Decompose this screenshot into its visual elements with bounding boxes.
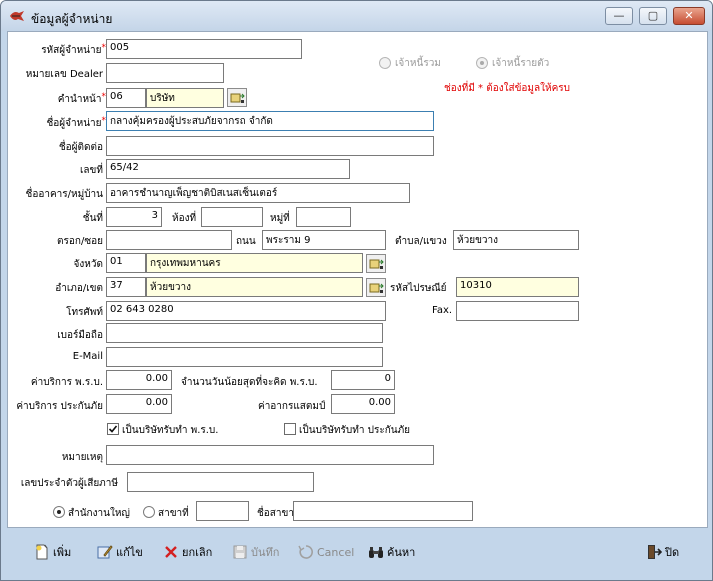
min-days-prb-label: จำนวนวันน้อยสุดที่จะคิด พ.ร.บ. — [181, 377, 318, 388]
insurance-company-checkbox[interactable] — [284, 423, 296, 435]
house-no-input[interactable]: 65/42 — [106, 159, 350, 179]
prefix-lookup-button[interactable] — [227, 88, 247, 107]
delete-x-icon — [165, 546, 177, 558]
title-bar: ข้อมูลผู้จำหน่าย — ▢ ✕ — [1, 1, 712, 31]
district-name-field: ห้วยขวาง — [146, 277, 363, 297]
close-window-button[interactable]: ✕ — [673, 7, 705, 25]
building-input[interactable]: อาคารชำนาญเพ็ญชาติบิสเนสเซ็นเตอร์ — [106, 183, 410, 203]
moo-label: หมู่ที่ — [270, 213, 290, 224]
creditor-individual-radio[interactable] — [476, 57, 488, 69]
min-days-prb-input[interactable]: 0 — [331, 370, 395, 390]
head-office-radio[interactable] — [53, 506, 65, 518]
prefix-code-input[interactable]: 06 — [106, 88, 146, 108]
stamp-duty-label: ค่าอากรแสตมป์ — [258, 401, 326, 412]
road-input[interactable]: พระราม 9 — [262, 230, 386, 250]
district-label: อำเภอ/เขต — [55, 283, 103, 294]
head-office-label: สำนักงานใหญ่ — [68, 508, 130, 519]
floor-input[interactable]: 3 — [106, 207, 162, 227]
prefix-label: คำนำหน้า* — [57, 92, 106, 105]
province-label: จังหวัด — [73, 259, 103, 270]
prb-company-label: เป็นบริษัทรับทำ พ.ร.บ. — [122, 425, 219, 436]
contact-name-label: ชื่อผู้ติดต่อ — [58, 142, 103, 153]
fee-insurance-input[interactable]: 0.00 — [106, 394, 172, 414]
exit-door-icon — [648, 545, 662, 559]
subdistrict-label: ตำบล/แขวง — [395, 236, 447, 247]
lookup-icon — [230, 93, 245, 103]
contact-name-input[interactable] — [106, 136, 434, 156]
branch-no-input[interactable] — [196, 501, 249, 521]
add-button[interactable]: เพิ่ม — [34, 542, 71, 562]
email-input[interactable] — [106, 347, 383, 367]
supplier-app-icon — [10, 11, 24, 21]
dealer-no-label: หมายเลข Dealer — [25, 69, 103, 80]
branch-name-input[interactable] — [293, 501, 473, 521]
road-label: ถนน — [236, 236, 256, 247]
room-input[interactable] — [201, 207, 263, 227]
province-code-input[interactable]: 01 — [106, 253, 146, 273]
exit-button[interactable]: ปิด — [646, 542, 679, 562]
dealer-no-input[interactable] — [106, 63, 224, 83]
province-lookup-button[interactable] — [366, 254, 386, 273]
mobile-input[interactable] — [106, 323, 383, 343]
window-title: ข้อมูลผู้จำหน่าย — [31, 12, 113, 26]
remark-input[interactable] — [106, 445, 434, 465]
phone-label: โทรศัพท์ — [66, 307, 103, 318]
supplier-code-input[interactable]: 005 — [106, 39, 302, 59]
supplier-code-label: รหัสผู้จำหน่าย* — [41, 43, 106, 56]
maximize-button[interactable]: ▢ — [639, 7, 667, 25]
soi-label: ตรอก/ซอย — [57, 236, 103, 247]
fax-label: Fax. — [432, 305, 453, 316]
supplier-window: ข้อมูลผู้จำหน่าย — ▢ ✕ รหัสผู้จำหน่าย* 0… — [0, 0, 713, 581]
save-button[interactable]: บันทึก — [232, 542, 279, 562]
soi-input[interactable] — [106, 230, 232, 250]
supplier-name-label: ชื่อผู้จำหน่าย* — [46, 116, 106, 129]
house-no-label: เลขที่ — [80, 165, 103, 176]
stamp-duty-input[interactable]: 0.00 — [331, 394, 395, 414]
branch-name-label: ชื่อสาขา — [257, 508, 294, 519]
district-lookup-button[interactable] — [366, 278, 386, 297]
insurance-company-label: เป็นบริษัทรับทำ ประกันภัย — [299, 425, 411, 436]
creditor-individual-label: เจ้าหนี้รายตัว — [492, 58, 550, 69]
fee-prb-input[interactable]: 0.00 — [106, 370, 172, 390]
required-notice: ช่องที่มี * ต้องใส่ข้อมูลให้ครบ — [444, 83, 571, 94]
search-button[interactable]: ค้นหา — [368, 542, 415, 562]
checkmark-icon — [108, 425, 118, 433]
cancel-button[interactable]: Cancel — [298, 542, 354, 562]
lookup-icon — [369, 259, 384, 269]
prb-company-checkbox[interactable] — [107, 423, 119, 435]
fee-insurance-label: ค่าบริการ ประกันภัย — [16, 401, 103, 412]
district-code-input[interactable]: 37 — [106, 277, 146, 297]
phone-input[interactable]: 02 643 0280 — [106, 301, 386, 321]
creditor-combined-radio[interactable] — [379, 57, 391, 69]
remark-label: หมายเหตุ — [61, 452, 103, 463]
branch-radio[interactable] — [143, 506, 155, 518]
fax-input[interactable] — [456, 301, 579, 321]
tax-id-input[interactable] — [127, 472, 314, 492]
add-doc-icon — [36, 544, 48, 560]
postcode-input[interactable]: 10310 — [456, 277, 579, 297]
save-disk-icon — [233, 545, 247, 559]
binoculars-icon — [369, 547, 383, 558]
postcode-label: รหัสไปรษณีย์ — [390, 283, 447, 294]
province-name-field: กรุงเทพมหานคร — [146, 253, 363, 273]
minimize-button[interactable]: — — [605, 7, 633, 25]
supplier-name-input[interactable]: กลางคุ้มครองผู้ประสบภัยจากรถ จำกัด — [106, 111, 434, 131]
creditor-combined-label: เจ้าหนี้รวม — [395, 58, 441, 69]
edit-icon — [97, 545, 113, 559]
email-label: E-Mail — [72, 351, 103, 362]
floor-label: ชั้นที่ — [82, 213, 103, 224]
subdistrict-input[interactable]: ห้วยขวาง — [453, 230, 579, 250]
fee-prb-label: ค่าบริการ พ.ร.บ. — [30, 377, 103, 388]
moo-input[interactable] — [296, 207, 351, 227]
building-label: ชื่ออาคาร/หมู่บ้าน — [25, 189, 103, 200]
edit-button[interactable]: แก้ไข — [97, 542, 143, 562]
tax-id-label: เลขประจำตัวผู้เสียภาษี — [20, 478, 118, 489]
room-label: ห้องที่ — [172, 213, 197, 224]
cancel-icon — [298, 545, 313, 559]
prefix-name-field: บริษัท — [146, 88, 224, 108]
cancel-record-button[interactable]: ยกเลิก — [163, 542, 212, 562]
lookup-icon — [369, 283, 384, 293]
mobile-label: เบอร์มือถือ — [57, 330, 103, 341]
branch-label: สาขาที่ — [158, 508, 189, 519]
